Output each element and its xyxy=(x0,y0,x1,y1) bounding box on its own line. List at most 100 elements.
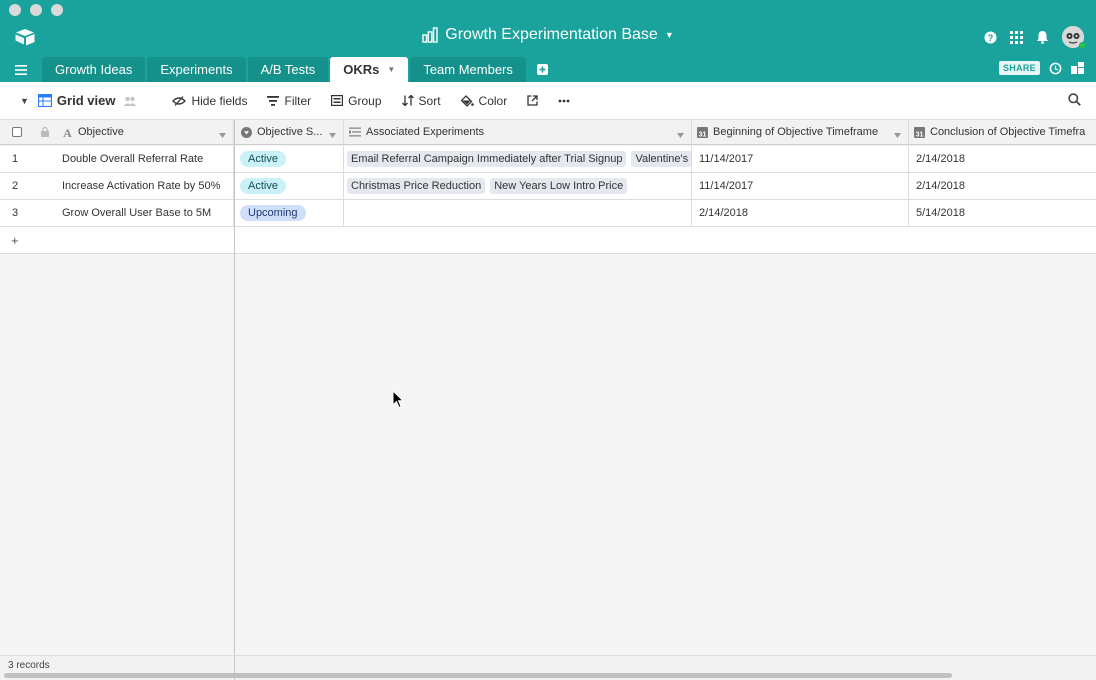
zoom-window-button[interactable] xyxy=(51,4,63,16)
column-name: Objective S... xyxy=(257,126,323,138)
share-button[interactable]: SHARE xyxy=(998,61,1040,75)
column-header-associated-experiments[interactable]: Associated Experiments xyxy=(344,120,692,144)
lock-icon xyxy=(34,120,56,144)
history-icon[interactable] xyxy=(1049,62,1062,75)
status-badge: Active xyxy=(240,151,286,167)
chevron-down-icon: ▼ xyxy=(664,30,674,40)
svg-text:31: 31 xyxy=(699,131,707,138)
linked-record-chip[interactable]: Christmas Price Reduction xyxy=(347,178,486,194)
svg-text:31: 31 xyxy=(916,131,924,138)
tab-experiments[interactable]: Experiments xyxy=(147,57,246,82)
close-window-button[interactable] xyxy=(9,4,21,16)
group-icon xyxy=(331,95,344,106)
tab-ab-tests[interactable]: A/B Tests xyxy=(247,57,329,82)
begin-date-cell[interactable]: 11/14/2017 xyxy=(692,173,909,199)
window-controls xyxy=(9,4,63,16)
end-date-cell[interactable]: 2/14/2018 xyxy=(909,173,1096,199)
table-row[interactable]: 2 Increase Activation Rate by 50% Active… xyxy=(0,173,1096,200)
column-header-conclusion-timeframe[interactable]: 31 Conclusion of Objective Timefra xyxy=(909,120,1096,144)
status-badge: Active xyxy=(240,178,286,194)
color-button[interactable]: Color xyxy=(460,93,508,108)
column-header-objective-status[interactable]: Objective S... xyxy=(235,120,344,144)
end-date-cell[interactable]: 5/14/2018 xyxy=(909,200,1096,226)
chevron-down-icon[interactable] xyxy=(894,129,901,141)
add-row[interactable]: + xyxy=(0,227,1096,254)
help-icon[interactable]: ? xyxy=(984,30,997,44)
single-select-icon xyxy=(241,126,252,138)
status-badge: Upcoming xyxy=(240,205,306,221)
chevron-down-icon[interactable]: ▼ xyxy=(387,65,395,74)
filter-button[interactable]: Filter xyxy=(267,94,311,108)
end-date-cell[interactable]: 2/14/2018 xyxy=(909,146,1096,172)
group-label: Group xyxy=(348,93,382,108)
begin-date-cell[interactable]: 11/14/2017 xyxy=(692,146,909,172)
chevron-down-icon[interactable] xyxy=(219,129,226,141)
user-avatar[interactable] xyxy=(1062,26,1086,49)
objective-cell[interactable]: Double Overall Referral Rate xyxy=(56,146,234,172)
table-row[interactable]: 3 Grow Overall User Base to 5M Upcoming … xyxy=(0,200,1096,227)
horizontal-scrollbar[interactable] xyxy=(4,673,952,678)
table-tabs: Growth Ideas Experiments A/B Tests OKRs ▼… xyxy=(0,57,558,82)
chevron-down-icon[interactable] xyxy=(329,129,336,141)
eye-slash-icon xyxy=(172,95,187,106)
chevron-down-icon[interactable] xyxy=(677,129,684,141)
records-grid: A Objective Objective S... Associated Ex… xyxy=(0,120,1096,680)
table-row[interactable]: 1 Double Overall Referral Rate Active Em… xyxy=(0,146,1096,173)
header-actions: ? xyxy=(984,26,1086,49)
add-table-icon[interactable] xyxy=(528,57,558,82)
filter-label: Filter xyxy=(284,93,312,108)
view-menu-caret-icon[interactable]: ▼ xyxy=(20,96,29,106)
view-name: Grid view xyxy=(56,93,116,108)
calendar-icon: 31 xyxy=(697,126,708,138)
column-header-beginning-timeframe[interactable]: 31 Beginning of Objective Timeframe xyxy=(692,120,909,144)
view-switcher[interactable]: Grid view xyxy=(37,93,138,108)
hide-fields-button[interactable]: Hide fields xyxy=(172,94,247,108)
objective-cell[interactable]: Increase Activation Rate by 50% xyxy=(56,173,234,199)
begin-date-cell[interactable]: 2/14/2018 xyxy=(692,200,909,226)
linked-record-chip[interactable]: New Years Low Intro Price xyxy=(490,178,628,194)
row-number: 3 xyxy=(12,207,19,219)
linked-record-chip[interactable]: Valentine's xyxy=(631,151,691,167)
color-label: Color xyxy=(478,93,508,108)
column-name: Associated Experiments xyxy=(366,126,484,138)
online-status-icon xyxy=(1079,42,1086,49)
sort-label: Sort xyxy=(418,93,441,108)
sort-button[interactable]: Sort xyxy=(401,93,441,108)
row-number: 2 xyxy=(12,180,19,192)
column-header-objective[interactable]: A Objective xyxy=(56,120,234,144)
status-cell[interactable]: Active xyxy=(235,146,344,172)
select-all-checkbox[interactable] xyxy=(0,120,34,144)
app-header: Growth Experimentation Base ▼ ? Growth I… xyxy=(0,0,1096,82)
blocks-icon[interactable] xyxy=(1071,62,1084,74)
notifications-bell-icon[interactable] xyxy=(1036,30,1049,44)
status-cell[interactable]: Upcoming xyxy=(235,200,344,226)
paint-bucket-icon xyxy=(460,94,474,107)
search-icon[interactable] xyxy=(1068,93,1081,106)
tab-growth-ideas[interactable]: Growth Ideas xyxy=(42,57,146,82)
linked-record-chip[interactable]: Email Referral Campaign Immediately afte… xyxy=(347,151,627,167)
tab-okrs[interactable]: OKRs ▼ xyxy=(330,57,409,82)
group-button[interactable]: Group xyxy=(331,93,382,108)
apps-grid-icon[interactable] xyxy=(1010,30,1023,44)
bar-chart-icon xyxy=(422,27,438,43)
experiments-cell[interactable] xyxy=(344,200,692,226)
more-options-button[interactable] xyxy=(558,99,570,103)
minimize-window-button[interactable] xyxy=(30,4,42,16)
hide-fields-label: Hide fields xyxy=(191,93,248,108)
record-count: 3 records xyxy=(8,660,50,671)
hamburger-menu-icon[interactable] xyxy=(0,57,42,82)
tab-label: Team Members xyxy=(423,62,513,77)
column-name: Objective xyxy=(78,126,124,138)
status-cell[interactable]: Active xyxy=(235,173,344,199)
add-record-button[interactable]: + xyxy=(0,227,234,253)
experiments-cell[interactable]: Christmas Price Reduction New Years Low … xyxy=(344,173,692,199)
tab-label: Experiments xyxy=(160,62,233,77)
svg-text:?: ? xyxy=(988,32,994,42)
external-link-icon xyxy=(527,95,538,106)
objective-cell[interactable]: Grow Overall User Base to 5M xyxy=(56,200,234,226)
frozen-column-divider xyxy=(234,120,235,680)
base-title[interactable]: Growth Experimentation Base ▼ xyxy=(0,26,1096,48)
experiments-cell[interactable]: Email Referral Campaign Immediately afte… xyxy=(344,146,692,172)
share-view-button[interactable] xyxy=(527,95,538,106)
tab-team-members[interactable]: Team Members xyxy=(410,57,526,82)
